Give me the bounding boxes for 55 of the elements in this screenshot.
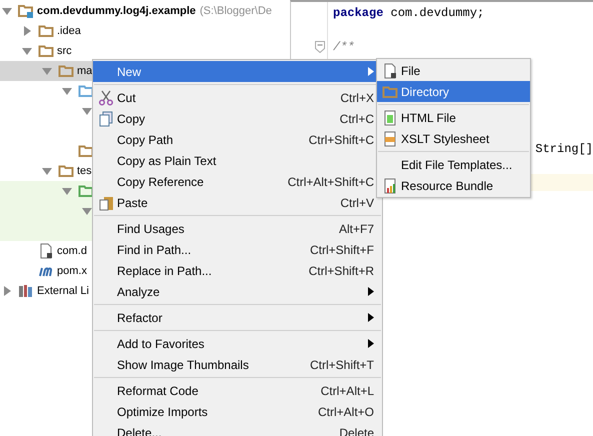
tree-item-label[interactable]: External Li bbox=[37, 285, 89, 297]
html-file-icon bbox=[382, 110, 398, 126]
file-icon bbox=[382, 62, 398, 78]
code-text: String[] bbox=[535, 142, 593, 156]
folder-icon bbox=[78, 143, 94, 159]
expanded-arrow-icon[interactable] bbox=[42, 66, 52, 76]
menu-item[interactable]: Replace in Path... Ctrl+Shift+R bbox=[93, 260, 382, 281]
folder-icon bbox=[38, 23, 54, 39]
expanded-arrow-icon[interactable] bbox=[42, 166, 52, 176]
menu-item[interactable]: Optimize Imports Ctrl+Alt+O bbox=[93, 401, 382, 422]
menu-item[interactable]: Show Image Thumbnails Ctrl+Shift+T bbox=[93, 354, 382, 375]
tree-item-label[interactable]: src bbox=[57, 45, 72, 57]
menu-item[interactable]: Refactor bbox=[93, 307, 382, 328]
tree-item-label[interactable]: ma bbox=[77, 65, 92, 77]
paste-icon bbox=[98, 194, 114, 210]
folder-icon bbox=[58, 163, 74, 179]
code-comment: /** bbox=[333, 40, 355, 54]
expanded-arrow-icon[interactable] bbox=[82, 206, 92, 216]
file-icon bbox=[38, 243, 54, 259]
menu-item[interactable]: Cut Ctrl+X bbox=[93, 87, 382, 108]
menu-item[interactable]: HTML File bbox=[377, 107, 530, 128]
folder-icon bbox=[38, 43, 54, 59]
code-line: package com.devdummy; bbox=[333, 6, 484, 20]
tree-item-label[interactable]: com.d bbox=[57, 245, 87, 257]
expanded-arrow-icon[interactable] bbox=[2, 6, 12, 16]
expanded-arrow-icon[interactable] bbox=[62, 186, 72, 196]
menu-item[interactable]: Analyze bbox=[93, 281, 382, 302]
tree-item-label[interactable]: pom.x bbox=[57, 265, 87, 277]
expanded-arrow-icon[interactable] bbox=[22, 46, 32, 56]
tree-item-label[interactable]: tes bbox=[77, 165, 92, 177]
menu-item[interactable]: Directory bbox=[377, 81, 530, 102]
folder-icon bbox=[78, 183, 94, 199]
expanded-arrow-icon[interactable] bbox=[82, 106, 92, 116]
menu-item[interactable]: Edit File Templates... bbox=[377, 154, 530, 175]
expanded-arrow-icon[interactable] bbox=[62, 86, 72, 96]
folder-icon bbox=[78, 83, 94, 99]
tree-item-label[interactable]: com.devdummy.log4j.example bbox=[37, 4, 196, 16]
menu-item[interactable]: Add to Favorites bbox=[93, 333, 382, 354]
scissors-icon bbox=[98, 90, 114, 106]
xslt-file-icon bbox=[382, 130, 398, 146]
collapsed-arrow-icon[interactable] bbox=[2, 286, 12, 296]
library-books-icon bbox=[18, 283, 34, 299]
menu-item[interactable]: Find Usages Alt+F7 bbox=[93, 218, 382, 239]
copy-icon bbox=[98, 110, 114, 126]
resource-bundle-icon bbox=[382, 178, 398, 194]
menu-item[interactable]: Find in Path... Ctrl+Shift+F bbox=[93, 239, 382, 260]
menu-item[interactable]: Reformat Code Ctrl+Alt+L bbox=[93, 380, 382, 401]
collapsed-arrow-icon[interactable] bbox=[22, 26, 32, 36]
menu-item[interactable]: XSLT Stylesheet bbox=[377, 128, 530, 149]
module-folder-icon bbox=[18, 2, 34, 18]
tree-item-label[interactable]: .idea bbox=[57, 25, 81, 37]
module-path: (S:\Blogger\De bbox=[200, 4, 272, 16]
folder-icon bbox=[382, 84, 398, 100]
folder-icon bbox=[58, 63, 74, 79]
fold-icon[interactable] bbox=[315, 40, 325, 52]
